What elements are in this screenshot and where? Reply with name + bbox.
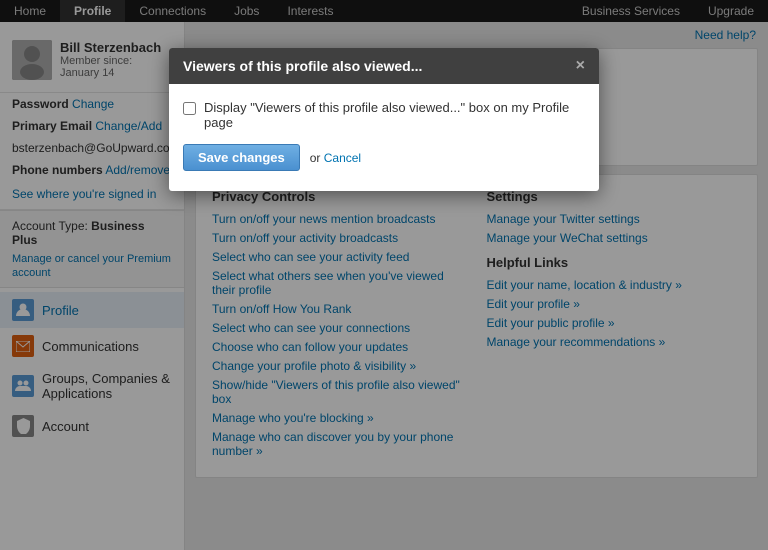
viewers-checkbox[interactable] (183, 102, 196, 115)
checkbox-label: Display "Viewers of this profile also vi… (204, 100, 585, 130)
or-text: or Cancel (310, 151, 361, 165)
cancel-link[interactable]: Cancel (324, 151, 361, 165)
modal-overlay: Viewers of this profile also viewed... ×… (0, 0, 768, 550)
modal-actions: Save changes or Cancel (183, 144, 585, 171)
modal-header: Viewers of this profile also viewed... × (169, 48, 599, 84)
modal-body: Display "Viewers of this profile also vi… (169, 84, 599, 191)
modal-title: Viewers of this profile also viewed... (183, 58, 422, 74)
save-changes-button[interactable]: Save changes (183, 144, 300, 171)
modal-checkbox-row: Display "Viewers of this profile also vi… (183, 100, 585, 130)
modal-close-button[interactable]: × (576, 58, 585, 74)
modal-dialog: Viewers of this profile also viewed... ×… (169, 48, 599, 191)
